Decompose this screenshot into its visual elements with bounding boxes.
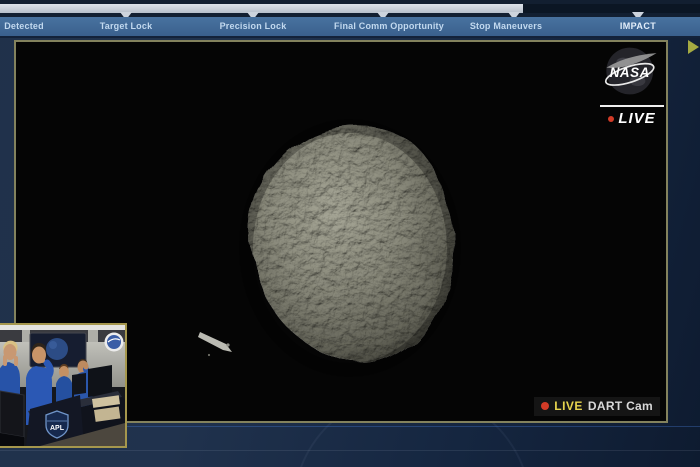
stage-label-detected: Detected xyxy=(4,17,44,36)
camera-live-label: LIVE xyxy=(554,399,583,413)
live-dot-icon xyxy=(541,402,549,410)
live-dot-icon xyxy=(608,116,614,122)
stage-label-stop-maneuvers: Stop Maneuvers xyxy=(470,17,542,36)
apl-logo-text: APL xyxy=(50,425,65,432)
stage-label-precision-lock: Precision Lock xyxy=(220,17,287,36)
mission-timeline-bar xyxy=(0,0,700,17)
broadcast-screen: Detected Target Lock Precision Lock Fina… xyxy=(0,0,700,467)
timeline-progress-fill xyxy=(0,4,523,13)
mission-timeline-labels: Detected Target Lock Precision Lock Fina… xyxy=(0,17,700,38)
edge-arrow-icon xyxy=(688,40,699,54)
stage-label-target-lock: Target Lock xyxy=(100,17,153,36)
nasa-logo-text: NASA xyxy=(610,65,650,80)
nasa-live-bug: NASA LIVE xyxy=(600,45,664,127)
nasa-logo-icon: NASA xyxy=(603,45,661,97)
stage-label-final-comm: Final Comm Opportunity xyxy=(334,17,444,36)
decor-line xyxy=(0,450,700,451)
mission-control-pip: APL xyxy=(0,323,127,448)
camera-name: DART Cam xyxy=(588,399,653,413)
live-badge: LIVE xyxy=(618,110,655,127)
camera-source-badge: LIVE DART Cam xyxy=(534,397,660,416)
live-divider xyxy=(600,105,664,107)
stage-label-impact: IMPACT xyxy=(620,17,656,36)
mission-control-scene: APL xyxy=(0,325,125,446)
